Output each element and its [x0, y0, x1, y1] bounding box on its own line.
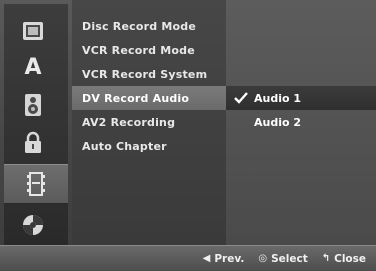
close-hint[interactable]: ↰ Close	[322, 253, 366, 265]
category-others[interactable]	[8, 206, 58, 244]
option-audio-1[interactable]: Audio 1	[226, 86, 376, 110]
menu-item-label: DV Record Audio	[82, 91, 190, 105]
category-disc[interactable]	[8, 12, 58, 50]
menu-item-label: VCR Record System	[82, 67, 208, 81]
option-audio-2[interactable]: Audio 2	[226, 110, 376, 134]
option-label: Audio 1	[254, 91, 302, 105]
language-icon: A	[24, 54, 42, 80]
recording-film-icon	[22, 170, 50, 198]
menu-item-label: AV2 Recording	[82, 115, 176, 129]
others-icon	[19, 211, 47, 239]
select-label: Select	[271, 252, 308, 265]
return-icon: ↰	[321, 252, 331, 264]
menu-item-label: Disc Record Mode	[82, 19, 196, 33]
option-label: Audio 2	[254, 115, 302, 129]
menu-item-label: VCR Record Mode	[82, 43, 195, 57]
category-language[interactable]: A	[8, 48, 58, 86]
navigation-hint-bar: ◀ Prev. ◎ Select ↰ Close	[0, 245, 376, 271]
menu-item-vcr-record-system[interactable]: VCR Record System	[72, 62, 226, 86]
prev-label: Prev.	[214, 252, 245, 265]
left-arrow-icon: ◀	[202, 252, 211, 264]
category-audio[interactable]	[8, 86, 58, 124]
menu-item-vcr-record-mode[interactable]: VCR Record Mode	[72, 38, 226, 62]
select-hint[interactable]: ◎ Select	[258, 253, 307, 265]
disc-icon	[19, 17, 47, 45]
audio-speaker-icon	[19, 91, 47, 119]
checkmark-icon	[234, 91, 248, 105]
category-recording[interactable]	[4, 164, 68, 204]
category-lock[interactable]	[8, 124, 58, 162]
close-label: Close	[334, 252, 366, 265]
enter-button-icon: ◎	[258, 252, 268, 264]
menu-item-disc-record-mode[interactable]: Disc Record Mode	[72, 14, 226, 38]
menu-item-label: Auto Chapter	[82, 139, 167, 153]
menu-item-auto-chapter[interactable]: Auto Chapter	[72, 134, 226, 158]
osd-setup-screen: A Disc Record Mode VCR Record Mode VCR R…	[0, 0, 376, 271]
lock-icon	[19, 129, 47, 157]
menu-item-av2-recording[interactable]: AV2 Recording	[72, 110, 226, 134]
menu-item-dv-record-audio[interactable]: DV Record Audio	[72, 86, 226, 110]
prev-hint[interactable]: ◀ Prev.	[203, 253, 245, 265]
